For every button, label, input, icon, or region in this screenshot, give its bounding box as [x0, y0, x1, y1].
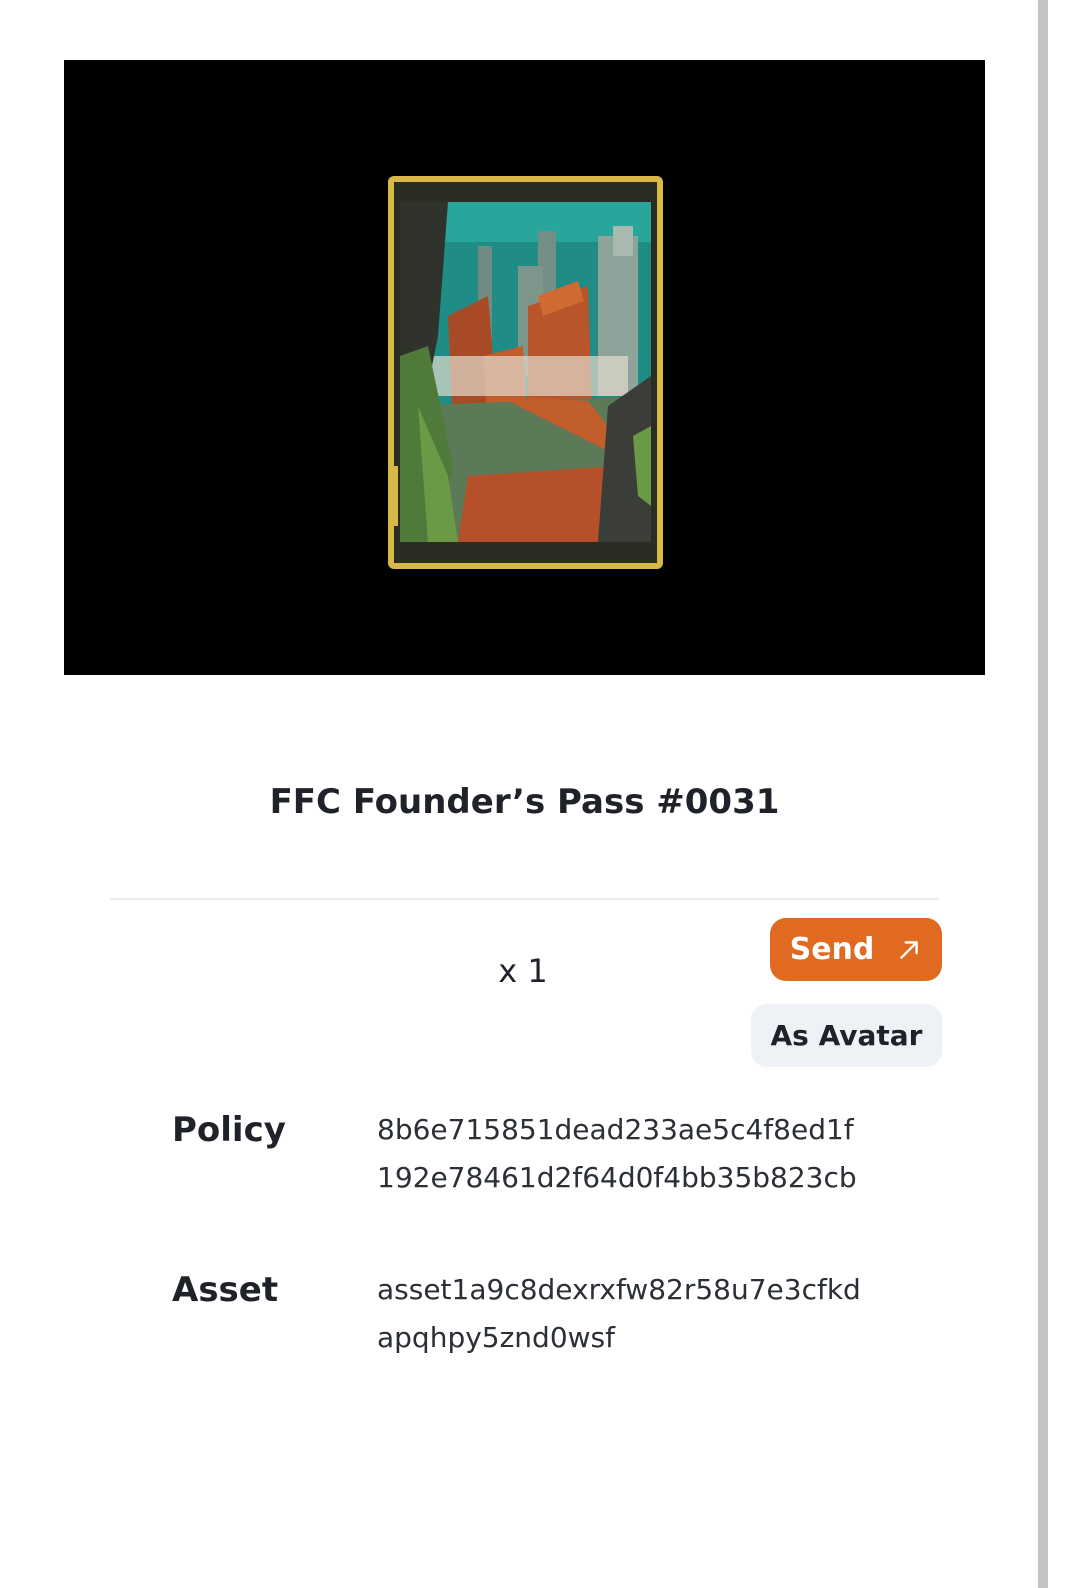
- send-button[interactable]: Send: [770, 918, 942, 981]
- asset-quantity: x 1: [498, 952, 548, 990]
- send-button-label: Send: [789, 932, 875, 967]
- arrow-up-right-icon: [900, 940, 919, 959]
- set-as-avatar-label: As Avatar: [770, 1019, 923, 1052]
- policy-id-line-2: 192e78461d2f64d0f4bb35b823cb: [377, 1161, 857, 1194]
- asset-detail-panel: FFC Founder’s Pass #0031 x 1 Send As Ava…: [0, 0, 1080, 1588]
- asset-fingerprint-line-1: asset1a9c8dexrxfw82r58u7e3cfkd: [377, 1273, 861, 1306]
- vertical-scrollbar[interactable]: [1038, 0, 1048, 1588]
- section-divider: [110, 898, 939, 900]
- policy-id: 8b6e715851dead233ae5c4f8ed1f 192e78461d2…: [377, 1106, 937, 1202]
- asset-image-preview: [64, 60, 985, 675]
- asset-fingerprint-line-2: apqhpy5znd0wsf: [377, 1321, 615, 1354]
- policy-id-line-1: 8b6e715851dead233ae5c4f8ed1f: [377, 1113, 854, 1146]
- asset-title: FFC Founder’s Pass #0031: [269, 782, 780, 822]
- asset-label: Asset: [172, 1270, 279, 1310]
- set-as-avatar-button[interactable]: As Avatar: [751, 1004, 942, 1067]
- policy-label: Policy: [172, 1110, 286, 1150]
- founders-pass-card-art: [388, 176, 663, 569]
- asset-fingerprint: asset1a9c8dexrxfw82r58u7e3cfkd apqhpy5zn…: [377, 1266, 937, 1362]
